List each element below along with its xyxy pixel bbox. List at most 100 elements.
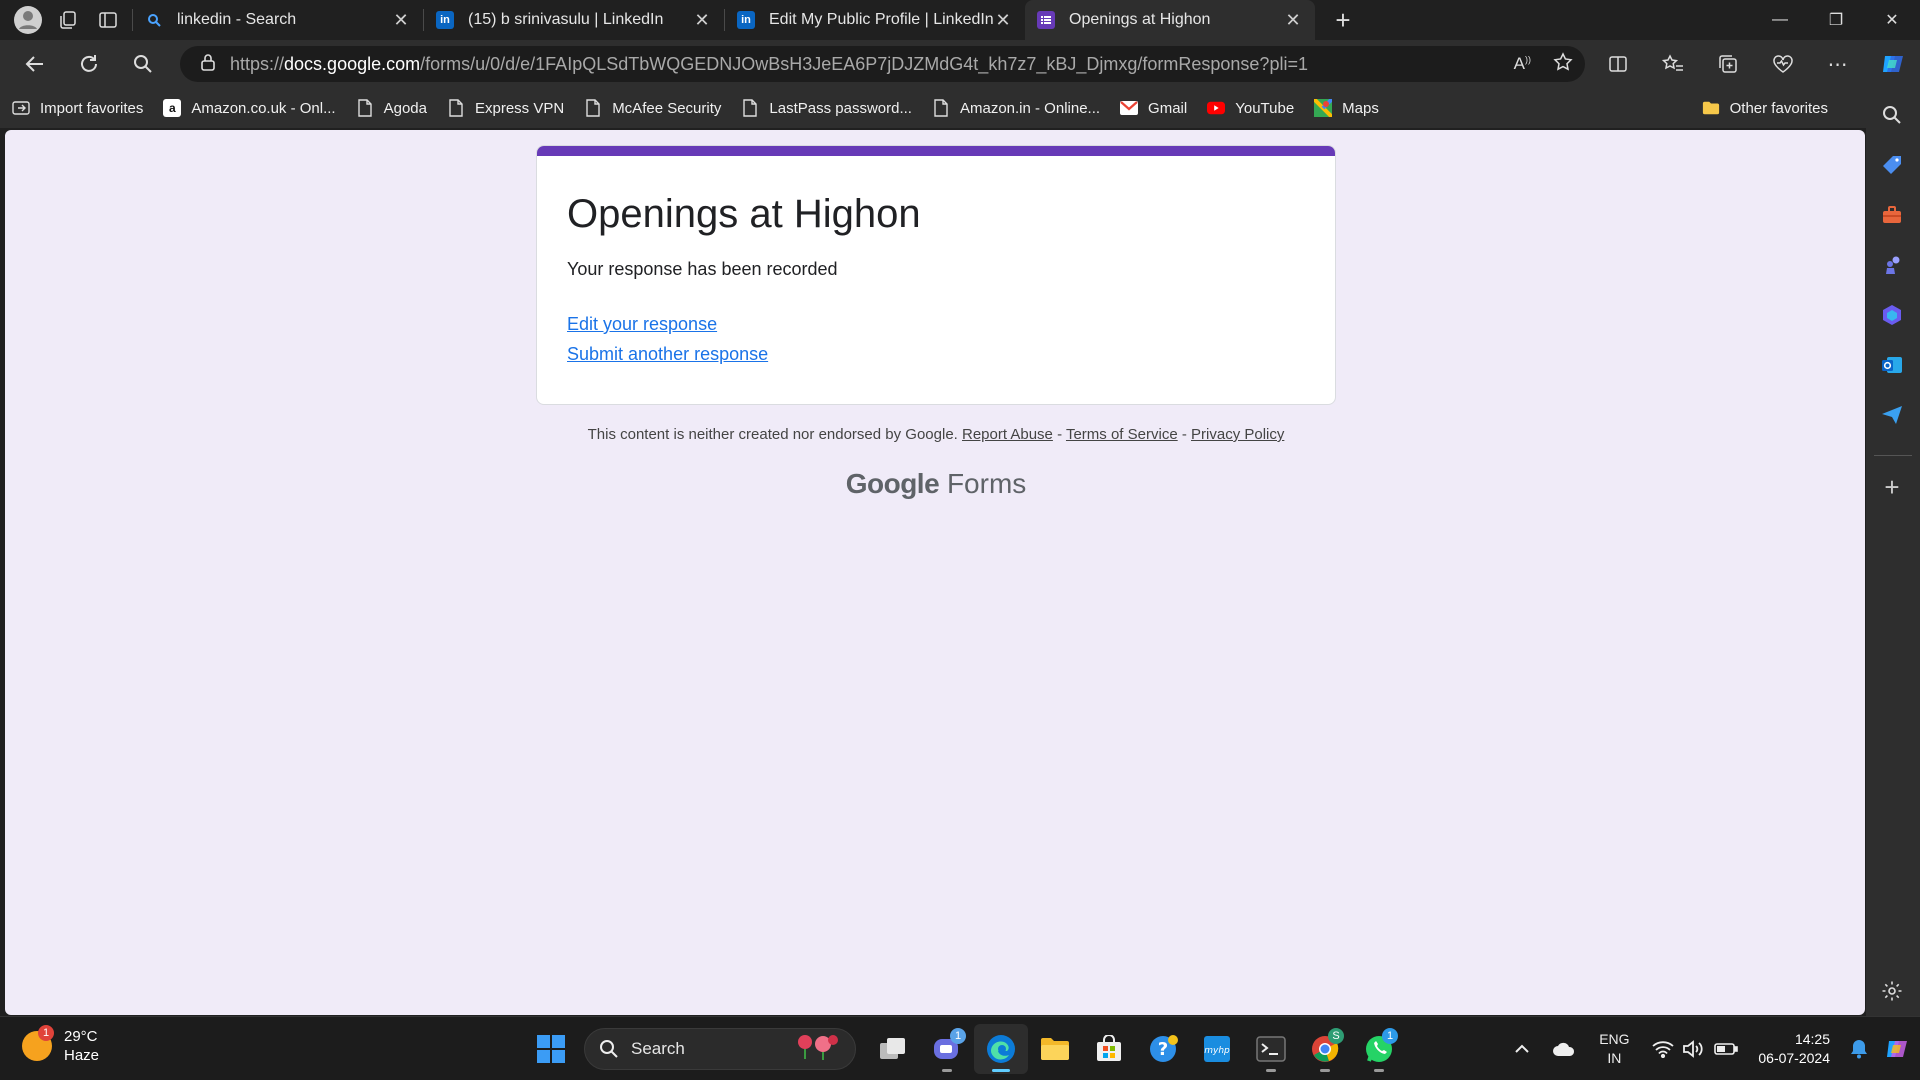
microsoft-store-icon[interactable] — [1082, 1024, 1136, 1074]
report-abuse-link[interactable]: Report Abuse — [962, 426, 1053, 443]
gmail-icon — [1120, 99, 1139, 117]
lock-icon[interactable] — [200, 53, 216, 76]
whatsapp-icon[interactable]: 1 — [1352, 1024, 1406, 1074]
new-tab-button[interactable]: + — [1323, 5, 1363, 36]
close-icon[interactable]: ✕ — [391, 10, 411, 31]
browser-essentials-icon[interactable] — [1755, 40, 1810, 88]
back-button[interactable] — [8, 40, 62, 88]
url-path: /forms/u/0/d/e/1FAIpQLSdTbWQGEDNJOwBsH3J… — [420, 53, 1308, 74]
search-icon[interactable] — [116, 40, 170, 88]
taskbar-search-box[interactable]: Search — [584, 1028, 856, 1070]
restore-icon[interactable]: ❐ — [1808, 0, 1864, 40]
workspaces-icon[interactable] — [48, 0, 88, 40]
battery-icon[interactable] — [1708, 1042, 1744, 1056]
weather-description: Haze — [64, 1047, 100, 1064]
close-icon[interactable]: ✕ — [993, 10, 1013, 31]
get-help-icon[interactable]: ? — [1136, 1024, 1190, 1074]
terminal-icon[interactable] — [1244, 1024, 1298, 1074]
fav-mcafee[interactable]: McAfee Security — [584, 99, 721, 117]
fav-maps[interactable]: Maps — [1314, 99, 1379, 117]
split-screen-icon[interactable] — [1590, 40, 1645, 88]
submit-another-response-link[interactable]: Submit another response — [567, 344, 1335, 365]
page-icon — [741, 99, 759, 117]
flowers-highlight-icon — [791, 1032, 843, 1067]
tools-briefcase-icon[interactable] — [1877, 200, 1907, 230]
google-forms-logo[interactable]: Google Forms — [5, 468, 1865, 500]
sidebar-search-icon[interactable] — [1877, 100, 1907, 130]
read-aloud-icon[interactable]: A)) — [1514, 54, 1531, 74]
profile-badge: S — [1328, 1028, 1344, 1044]
favorites-bar: Import favorites a Amazon.co.uk - Onl...… — [0, 88, 1880, 128]
show-hidden-icons-chevron-icon[interactable] — [1502, 1044, 1542, 1054]
fav-lastpass[interactable]: LastPass password... — [741, 99, 912, 117]
copilot-taskbar-icon[interactable] — [1874, 1035, 1920, 1063]
fav-amazon-uk[interactable]: a Amazon.co.uk - Onl... — [163, 99, 336, 117]
close-icon[interactable]: ✕ — [692, 10, 712, 31]
clock-time: 14:25 — [1794, 1031, 1830, 1047]
tab-openings-at-highon[interactable]: Openings at Highon ✕ — [1025, 0, 1315, 40]
clock[interactable]: 14:25 06-07-2024 — [1758, 1030, 1830, 1068]
tab-actions-icon[interactable] — [88, 0, 128, 40]
maps-icon — [1314, 99, 1333, 117]
weather-temperature: 29°C — [64, 1028, 98, 1045]
weather-widget[interactable]: 1 29°C Haze — [22, 1025, 100, 1065]
fav-gmail[interactable]: Gmail — [1120, 99, 1187, 117]
edit-response-link[interactable]: Edit your response — [567, 314, 1335, 335]
page-icon — [584, 99, 602, 117]
fav-label: Amazon.co.uk - Onl... — [191, 99, 336, 117]
wifi-icon[interactable] — [1648, 1040, 1678, 1058]
profile-avatar-icon[interactable] — [8, 0, 48, 40]
form-accent-bar — [537, 146, 1335, 156]
input-language-indicator[interactable]: ENG IN — [1586, 1030, 1642, 1068]
tab-linkedin-profile[interactable]: in (15) b srinivasulu | LinkedIn ✕ — [424, 0, 724, 40]
task-view-icon[interactable] — [866, 1024, 920, 1074]
collections-icon[interactable] — [1700, 40, 1755, 88]
teams-chat-icon[interactable]: 1 — [920, 1024, 974, 1074]
favorite-star-icon[interactable] — [1553, 51, 1573, 77]
privacy-policy-link[interactable]: Privacy Policy — [1191, 426, 1284, 443]
file-explorer-icon[interactable] — [1028, 1024, 1082, 1074]
tab-linkedin-search[interactable]: linkedin - Search ✕ — [133, 0, 423, 40]
import-icon — [12, 99, 30, 117]
search-placeholder: Search — [631, 1039, 685, 1058]
settings-gear-icon[interactable] — [1877, 976, 1907, 1006]
youtube-icon — [1207, 99, 1226, 117]
fav-amazon-in[interactable]: Amazon.in - Online... — [932, 99, 1100, 117]
tab-strip: linkedin - Search ✕ in (15) b srinivasul… — [0, 0, 1920, 40]
myhp-icon[interactable]: myhp — [1190, 1024, 1244, 1074]
taskbar-apps: Search 1 ? myhp S 1 — [524, 1017, 1406, 1080]
navigation-bar: https://docs.google.com/forms/u/0/d/e/1F… — [0, 40, 1920, 88]
add-sidebar-app-icon[interactable]: + — [1877, 472, 1907, 502]
games-chess-icon[interactable] — [1877, 250, 1907, 280]
chrome-icon[interactable]: S — [1298, 1024, 1352, 1074]
start-windows-icon[interactable] — [524, 1024, 578, 1074]
terms-of-service-link[interactable]: Terms of Service — [1066, 426, 1178, 443]
fav-label: Amazon.in - Online... — [959, 99, 1101, 117]
minimize-icon[interactable]: — — [1752, 0, 1808, 40]
fav-youtube[interactable]: YouTube — [1207, 99, 1294, 117]
fav-agoda[interactable]: Agoda — [356, 99, 427, 117]
onedrive-cloud-icon[interactable] — [1542, 1041, 1586, 1057]
refresh-button[interactable] — [62, 40, 116, 88]
fav-label: LastPass password... — [769, 99, 912, 117]
shopping-tag-icon[interactable] — [1877, 150, 1907, 180]
close-icon[interactable]: ✕ — [1283, 10, 1303, 31]
address-bar[interactable]: https://docs.google.com/forms/u/0/d/e/1F… — [180, 46, 1585, 82]
copilot-icon[interactable] — [1865, 40, 1920, 88]
outlook-icon[interactable] — [1877, 350, 1907, 380]
more-options-icon[interactable]: ⋯ — [1810, 40, 1865, 88]
volume-icon[interactable] — [1678, 1040, 1708, 1058]
fav-express-vpn[interactable]: Express VPN — [447, 99, 564, 117]
fav-import-favorites[interactable]: Import favorites — [12, 99, 143, 117]
windows-taskbar: 1 29°C Haze Search 1 ? myhp S 1 ENG IN 1… — [0, 1016, 1920, 1080]
favorites-icon[interactable] — [1645, 40, 1700, 88]
send-icon[interactable] — [1877, 400, 1907, 430]
web-page-content: Openings at Highon Your response has bee… — [5, 130, 1865, 1015]
close-window-icon[interactable]: ✕ — [1864, 0, 1920, 40]
notifications-bell-icon[interactable] — [1844, 1039, 1874, 1059]
edge-browser-icon[interactable] — [974, 1024, 1028, 1074]
toolbar-right: ⋯ — [1590, 40, 1920, 88]
tab-linkedin-public-profile[interactable]: in Edit My Public Profile | LinkedIn ✕ — [725, 0, 1025, 40]
fav-other-favorites[interactable]: Other favorites — [1702, 88, 1828, 128]
microsoft-365-icon[interactable] — [1877, 300, 1907, 330]
